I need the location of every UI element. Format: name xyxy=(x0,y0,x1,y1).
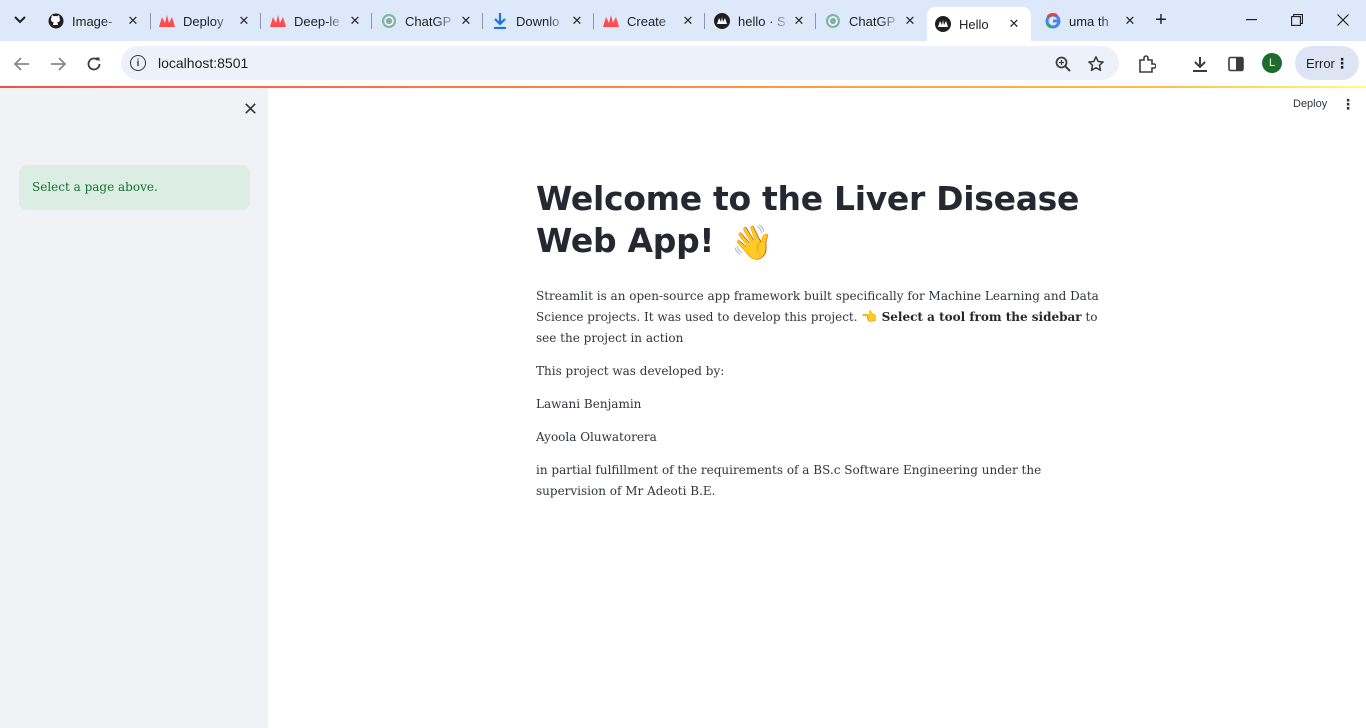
developer-name: Ayoola Oluwatorera xyxy=(536,430,657,444)
browser-tab[interactable]: ChatGP ✕ xyxy=(817,7,927,35)
chatgpt-icon xyxy=(381,13,397,29)
close-icon[interactable]: ✕ xyxy=(1005,15,1023,33)
deploy-button[interactable]: Deploy xyxy=(1293,98,1327,110)
close-icon[interactable] xyxy=(239,97,261,119)
browser-tab[interactable]: Image- ✕ xyxy=(40,7,150,35)
reload-button[interactable] xyxy=(80,50,108,78)
intro-paragraph: Streamlit is an open-source app framewor… xyxy=(536,286,1111,349)
site-info-icon[interactable]: i xyxy=(130,55,146,71)
google-icon xyxy=(1045,13,1061,29)
browser-tab[interactable]: uma th ✕ xyxy=(1037,7,1147,35)
back-button[interactable] xyxy=(8,50,36,78)
page-title-text: Welcome to the Liver Disease Web App! xyxy=(536,179,1080,260)
browser-tab[interactable]: Downlo ✕ xyxy=(484,7,594,35)
tab-title: uma th xyxy=(1069,13,1109,29)
streamlit-icon xyxy=(603,13,619,29)
zoom-icon[interactable] xyxy=(1050,51,1076,77)
side-panel-icon[interactable] xyxy=(1223,51,1249,77)
tab-title: Create xyxy=(627,13,667,29)
tab-title: ChatGP xyxy=(405,13,452,29)
intro-bold-text: Select a tool from the sidebar xyxy=(881,310,1082,324)
profile-avatar[interactable]: L xyxy=(1262,53,1282,73)
tab-divider xyxy=(260,13,261,29)
tab-title: Image- xyxy=(72,13,113,29)
sidebar: Select a page above. xyxy=(0,88,268,728)
fulfillment-text: in partial fulfillment of the requiremen… xyxy=(536,463,1042,498)
browser-tab[interactable]: ChatGP ✕ xyxy=(373,7,483,35)
chatgpt-icon xyxy=(825,13,841,29)
main-menu-icon[interactable]: ⋮ xyxy=(1341,96,1355,116)
tab-title: Downlo xyxy=(516,13,560,29)
new-tab-button[interactable]: + xyxy=(1149,8,1173,32)
address-bar[interactable]: i localhost:8501 xyxy=(121,46,1119,80)
browser-tab[interactable]: hello · S ✕ xyxy=(706,7,816,35)
extensions-icon[interactable] xyxy=(1134,51,1160,77)
tab-divider xyxy=(482,13,483,29)
minimize-button[interactable] xyxy=(1228,0,1274,40)
sidebar-success-alert: Select a page above. xyxy=(19,165,250,210)
github-icon xyxy=(48,13,64,29)
browser-tab[interactable]: Deep-le ✕ xyxy=(262,7,372,35)
tab-title: ChatGP xyxy=(849,13,896,29)
forward-button[interactable] xyxy=(44,50,72,78)
tab-divider xyxy=(815,13,816,29)
streamlit-icon xyxy=(270,13,286,29)
close-icon[interactable]: ✕ xyxy=(679,12,697,30)
tab-search-dropdown-icon[interactable] xyxy=(8,9,32,31)
close-window-button[interactable] xyxy=(1320,0,1366,40)
tab-title: Deploy xyxy=(183,13,224,29)
more-vert-icon: ⋮ xyxy=(1335,55,1349,71)
tab-divider xyxy=(704,13,705,29)
developer-name: Lawani Benjamin xyxy=(536,397,642,411)
streamlit-icon xyxy=(159,13,175,29)
tab-title: hello · S xyxy=(738,13,786,29)
tab-title: Hello xyxy=(959,16,989,32)
close-icon[interactable]: ✕ xyxy=(790,12,808,30)
url-text[interactable]: localhost:8501 xyxy=(158,55,248,71)
streamlit-icon xyxy=(935,16,951,32)
developed-by-text: This project was developed by: xyxy=(536,364,725,378)
streamlit-icon xyxy=(714,13,730,29)
app-header xyxy=(268,88,1366,124)
close-icon[interactable]: ✕ xyxy=(457,12,475,30)
tab-strip: Image- ✕ Deploy ✕ Deep-le ✕ ChatGP ✕ Dow… xyxy=(0,0,1366,41)
browser-tab[interactable]: Create ✕ xyxy=(595,7,705,35)
error-button-label: Error xyxy=(1306,55,1335,71)
close-icon[interactable]: ✕ xyxy=(901,12,919,30)
error-button[interactable]: Error ⋮ xyxy=(1295,46,1359,80)
browser-tab-active[interactable]: Hello ✕ xyxy=(927,7,1031,41)
close-icon[interactable]: ✕ xyxy=(568,12,586,30)
pointing-hand-icon: 👈 xyxy=(861,310,878,325)
main-content: Welcome to the Liver Disease Web App! 👋 … xyxy=(536,178,1111,502)
close-icon[interactable]: ✕ xyxy=(235,12,253,30)
bookmark-star-icon[interactable] xyxy=(1083,51,1109,77)
tab-divider xyxy=(593,13,594,29)
close-icon[interactable]: ✕ xyxy=(346,12,364,30)
browser-tab[interactable]: Deploy ✕ xyxy=(151,7,261,35)
browser-toolbar: i localhost:8501 L Error ⋮ xyxy=(0,41,1366,86)
close-icon[interactable]: ✕ xyxy=(1121,12,1139,30)
download-icon xyxy=(492,13,508,29)
close-icon[interactable]: ✕ xyxy=(124,12,142,30)
waving-hand-icon: 👋 xyxy=(731,223,774,263)
tab-divider xyxy=(371,13,372,29)
downloads-icon[interactable] xyxy=(1187,51,1213,77)
restore-button[interactable] xyxy=(1274,0,1320,40)
tab-title: Deep-le xyxy=(294,13,340,29)
page-title: Welcome to the Liver Disease Web App! 👋 xyxy=(536,178,1111,264)
